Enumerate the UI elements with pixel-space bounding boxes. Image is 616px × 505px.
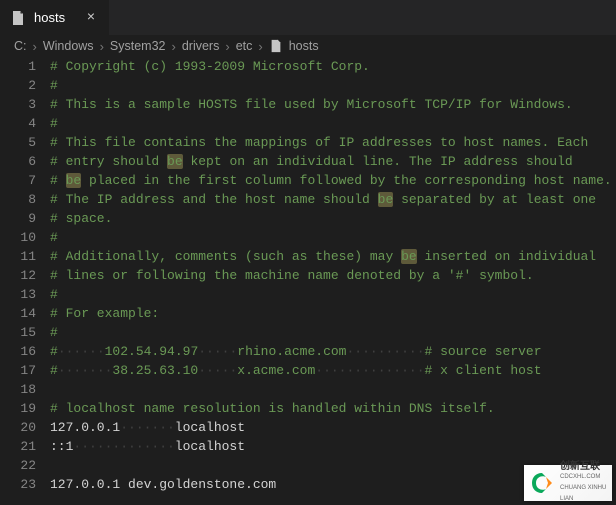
code-line[interactable]: # [50,285,616,304]
file-icon [269,39,283,53]
line-number: 14 [0,304,36,323]
code-line[interactable]: #······102.54.94.97·····rhino.acme.com··… [50,342,616,361]
editor[interactable]: 1234567891011121314151617181920212223 # … [0,57,616,505]
code-line[interactable]: #·······38.25.63.10·····x.acme.com······… [50,361,616,380]
tab-label: hosts [34,10,65,25]
code-line[interactable]: # The IP address and the host name shoul… [50,190,616,209]
logo-icon [528,469,556,497]
chevron-right-icon: › [100,39,104,54]
code-line[interactable]: # This file contains the mappings of IP … [50,133,616,152]
breadcrumb-segment[interactable]: System32 [110,39,166,53]
breadcrumb-segment[interactable]: C: [14,39,27,53]
code-line[interactable]: ::1·············localhost [50,437,616,456]
code-line[interactable]: # Copyright (c) 1993-2009 Microsoft Corp… [50,57,616,76]
line-number: 8 [0,190,36,209]
code-line[interactable]: # For example: [50,304,616,323]
code-line[interactable]: # Additionally, comments (such as these)… [50,247,616,266]
chevron-right-icon: › [172,39,176,54]
code-line[interactable]: 127.0.0.1·······localhost [50,418,616,437]
line-number: 7 [0,171,36,190]
tab-bar: hosts × [0,0,616,35]
breadcrumb-segment[interactable]: drivers [182,39,220,53]
file-icon [10,10,26,26]
breadcrumb-segment[interactable]: Windows [43,39,94,53]
line-number: 2 [0,76,36,95]
breadcrumb-segment[interactable]: hosts [289,39,319,53]
line-number: 16 [0,342,36,361]
line-number: 13 [0,285,36,304]
chevron-right-icon: › [33,39,37,54]
line-number: 10 [0,228,36,247]
line-number: 22 [0,456,36,475]
line-number: 15 [0,323,36,342]
chevron-right-icon: › [225,39,229,54]
line-number: 6 [0,152,36,171]
code-line[interactable]: # [50,228,616,247]
line-number: 1 [0,57,36,76]
code-line[interactable]: # [50,114,616,133]
line-number: 9 [0,209,36,228]
close-icon[interactable]: × [83,10,99,26]
code-line[interactable]: # [50,323,616,342]
code-line[interactable]: # space. [50,209,616,228]
line-number: 12 [0,266,36,285]
line-number: 17 [0,361,36,380]
breadcrumb: C: › Windows › System32 › drivers › etc … [0,35,616,57]
code-line[interactable]: # lines or following the machine name de… [50,266,616,285]
line-number: 4 [0,114,36,133]
watermark-text: 创新互联 CDCXHL.COM CHUANG XINHU LIAN [560,461,608,505]
chevron-right-icon: › [258,39,262,54]
code-line[interactable]: # [50,76,616,95]
code-line[interactable]: # entry should be kept on an individual … [50,152,616,171]
code-area[interactable]: # Copyright (c) 1993-2009 Microsoft Corp… [50,57,616,505]
line-number: 11 [0,247,36,266]
line-number: 19 [0,399,36,418]
watermark-logo: 创新互联 CDCXHL.COM CHUANG XINHU LIAN [524,465,612,501]
code-line[interactable]: # be placed in the first column followed… [50,171,616,190]
breadcrumb-segment[interactable]: etc [236,39,253,53]
code-line[interactable]: # localhost name resolution is handled w… [50,399,616,418]
code-line[interactable] [50,380,616,399]
line-number: 5 [0,133,36,152]
tab-hosts[interactable]: hosts × [0,0,110,35]
code-line[interactable]: # This is a sample HOSTS file used by Mi… [50,95,616,114]
line-number: 20 [0,418,36,437]
line-number: 3 [0,95,36,114]
line-number-gutter: 1234567891011121314151617181920212223 [0,57,50,505]
line-number: 21 [0,437,36,456]
line-number: 18 [0,380,36,399]
line-number: 23 [0,475,36,494]
